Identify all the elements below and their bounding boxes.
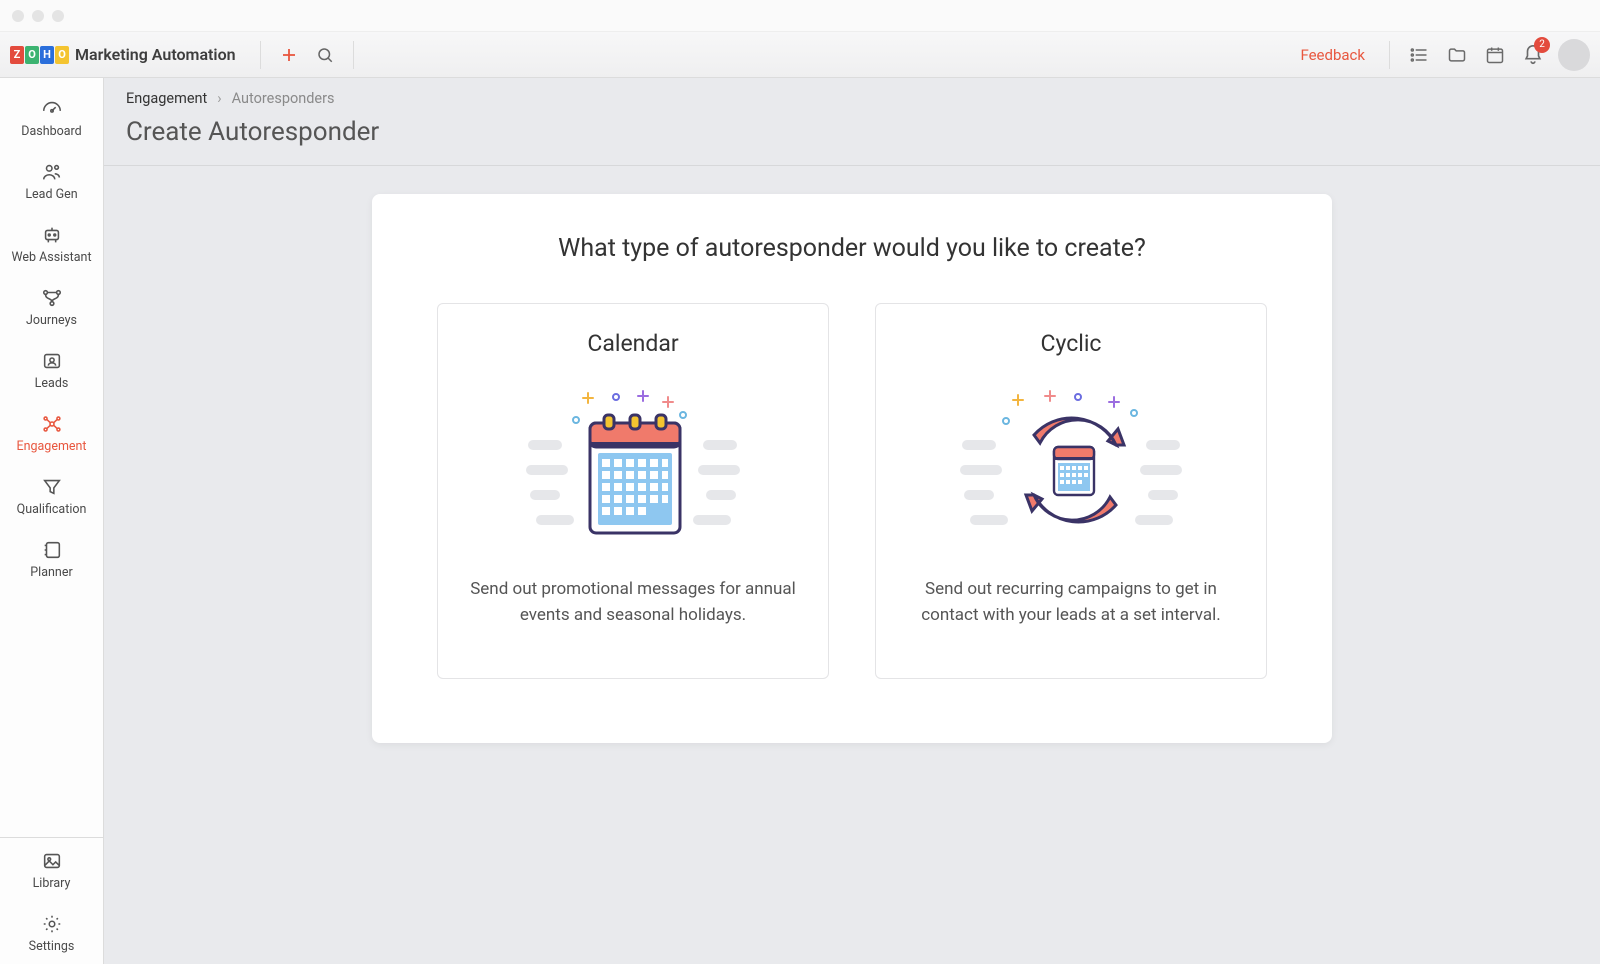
gear-icon: [39, 913, 65, 935]
image-icon: [39, 850, 65, 872]
app-logo[interactable]: Z O H O Marketing Automation: [10, 45, 236, 64]
logo-letter: H: [40, 46, 54, 64]
funnel-icon: [39, 476, 65, 498]
folder-button[interactable]: [1438, 39, 1476, 71]
panel-heading: What type of autoresponder would you lik…: [420, 234, 1284, 263]
sidebar-item-library[interactable]: Library: [0, 838, 103, 901]
cyclic-illustration: [902, 375, 1240, 565]
sidebar-item-label: Lead Gen: [25, 187, 77, 202]
search-button[interactable]: [307, 37, 343, 73]
sidebar-item-label: Dashboard: [21, 124, 81, 139]
divider: [353, 41, 354, 69]
top-bar: Z O H O Marketing Automation Feedback 2: [0, 32, 1600, 78]
people-icon: [39, 161, 65, 183]
page-title: Create Autoresponder: [104, 113, 1600, 166]
sidebar-item-planner[interactable]: Planner: [0, 527, 103, 590]
sidebar-item-qualification[interactable]: Qualification: [0, 464, 103, 527]
robot-icon: [39, 224, 65, 246]
notification-badge: 2: [1534, 37, 1550, 53]
sidebar-item-dashboard[interactable]: Dashboard: [0, 86, 103, 149]
network-icon: [39, 413, 65, 435]
calendar-icon: [1484, 45, 1506, 65]
calendar-button[interactable]: [1476, 39, 1514, 71]
option-calendar[interactable]: Calendar: [437, 303, 829, 679]
sidebar-item-journeys[interactable]: Journeys: [0, 275, 103, 338]
main-content: Engagement › Autoresponders Create Autor…: [104, 78, 1600, 964]
option-cyclic[interactable]: Cyclic: [875, 303, 1267, 679]
sidebar: Dashboard Lead Gen Web Assistant Journey…: [0, 78, 104, 964]
sidebar-item-label: Leads: [35, 376, 69, 391]
sidebar-item-leads[interactable]: Leads: [0, 338, 103, 401]
sidebar-item-label: Engagement: [16, 439, 86, 454]
chevron-right-icon: ›: [217, 90, 221, 107]
create-button[interactable]: [271, 37, 307, 73]
option-description: Send out recurring campaigns to get in c…: [902, 577, 1240, 628]
breadcrumb-current: Autoresponders: [232, 90, 335, 107]
logo-letter: O: [55, 46, 69, 64]
gauge-icon: [39, 98, 65, 120]
sidebar-item-label: Planner: [30, 565, 72, 580]
sidebar-item-label: Qualification: [17, 502, 87, 517]
traffic-light-minimize[interactable]: [32, 10, 44, 22]
divider: [260, 41, 261, 69]
list-icon: [1408, 45, 1430, 65]
plus-icon: [280, 46, 298, 64]
window-chrome: [0, 0, 1600, 32]
option-panel: What type of autoresponder would you lik…: [372, 194, 1332, 743]
logo-letter: O: [25, 46, 39, 64]
option-description: Send out promotional messages for annual…: [464, 577, 802, 628]
sidebar-item-label: Journeys: [26, 313, 77, 328]
sidebar-item-label: Settings: [29, 939, 75, 954]
calendar-illustration: [464, 375, 802, 565]
user-avatar[interactable]: [1558, 39, 1590, 71]
feedback-link[interactable]: Feedback: [1300, 46, 1365, 64]
divider: [1389, 41, 1390, 69]
sidebar-item-label: Library: [33, 876, 71, 891]
sidebar-item-engagement[interactable]: Engagement: [0, 401, 103, 464]
notebook-icon: [39, 539, 65, 561]
app-name: Marketing Automation: [75, 45, 236, 64]
option-title: Cyclic: [902, 330, 1240, 357]
sidebar-item-label: Web Assistant: [11, 250, 91, 265]
breadcrumb-root[interactable]: Engagement: [126, 90, 207, 107]
sidebar-item-lead-gen[interactable]: Lead Gen: [0, 149, 103, 212]
tasks-button[interactable]: [1400, 39, 1438, 71]
traffic-light-close[interactable]: [12, 10, 24, 22]
logo-letter: Z: [10, 46, 24, 64]
flow-icon: [39, 287, 65, 309]
contact-card-icon: [39, 350, 65, 372]
option-title: Calendar: [464, 330, 802, 357]
breadcrumb: Engagement › Autoresponders: [104, 78, 1600, 113]
sidebar-item-settings[interactable]: Settings: [0, 901, 103, 964]
notifications-button[interactable]: 2: [1514, 39, 1552, 71]
folder-icon: [1446, 45, 1468, 65]
sidebar-item-web-assistant[interactable]: Web Assistant: [0, 212, 103, 275]
search-icon: [316, 46, 334, 64]
logo-mark: Z O H O: [10, 46, 69, 64]
traffic-light-zoom[interactable]: [52, 10, 64, 22]
